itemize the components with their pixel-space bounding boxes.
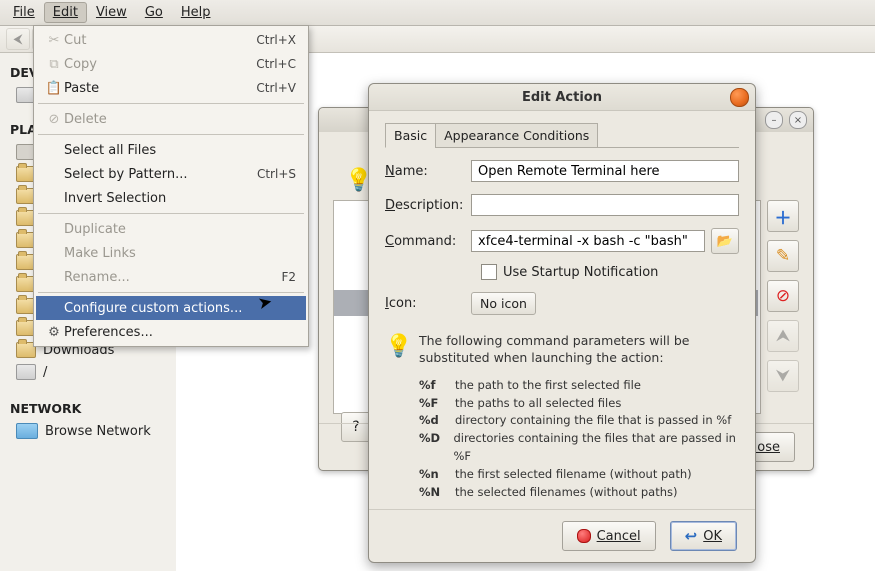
open-icon: 📂 (717, 234, 733, 249)
parameter-legend: %fthe path to the first selected file %F… (385, 377, 739, 502)
menu-invert-selection[interactable]: Invert Selection (36, 186, 306, 210)
menu-configure-custom-actions[interactable]: Configure custom actions... (36, 296, 306, 320)
command-input[interactable] (471, 230, 705, 252)
hint-text: The following command parameters will be… (419, 333, 739, 367)
startup-notification-label: Use Startup Notification (503, 265, 658, 280)
preferences-icon: ⚙ (44, 325, 64, 340)
menu-preferences[interactable]: ⚙Preferences... (36, 320, 306, 344)
delete-icon: ⊘ (44, 112, 64, 127)
edit-action-button[interactable]: ✎ (767, 240, 799, 272)
cancel-icon (577, 529, 591, 543)
tab-bar: Basic Appearance Conditions (385, 121, 739, 148)
edit-menu-dropdown: ✂CutCtrl+X ⧉CopyCtrl+C 📋PasteCtrl+V ⊘Del… (33, 25, 309, 347)
edit-action-dialog: Edit Action Basic Appearance Conditions … (368, 83, 756, 563)
dialog-titlebar[interactable]: Edit Action (369, 84, 755, 111)
back-button[interactable]: ⮜ (6, 28, 30, 50)
sidebar-item-browse-network[interactable]: Browse Network (0, 420, 176, 442)
add-action-button[interactable]: ＋ (767, 200, 799, 232)
menu-duplicate[interactable]: Duplicate (36, 217, 306, 241)
menu-make-links[interactable]: Make Links (36, 241, 306, 265)
lightbulb-icon: 💡 (385, 333, 409, 367)
menu-copy[interactable]: ⧉CopyCtrl+C (36, 52, 306, 76)
menu-edit[interactable]: Edit (44, 2, 87, 23)
menu-cut[interactable]: ✂CutCtrl+X (36, 28, 306, 52)
sidebar-item-label: Browse Network (45, 424, 151, 439)
menu-help[interactable]: Help (172, 2, 220, 23)
menu-select-all[interactable]: Select all Files (36, 138, 306, 162)
close-button[interactable]: × (789, 111, 807, 129)
close-button[interactable] (730, 88, 749, 107)
minimize-button[interactable]: – (765, 111, 783, 129)
menu-rename[interactable]: Rename...F2 (36, 265, 306, 289)
move-up-button[interactable]: ⮝ (767, 320, 799, 352)
name-input[interactable] (471, 160, 739, 182)
network-icon (16, 423, 38, 439)
ok-button[interactable]: ↩ OK (670, 521, 737, 551)
menu-view[interactable]: View (87, 2, 136, 23)
tab-appearance-conditions[interactable]: Appearance Conditions (435, 123, 598, 148)
ok-icon: ↩ (685, 527, 698, 545)
delete-action-button[interactable]: ⊘ (767, 280, 799, 312)
copy-icon: ⧉ (44, 57, 64, 72)
dialog-title: Edit Action (522, 90, 602, 105)
sidebar-item-root[interactable]: / (0, 361, 176, 383)
tab-basic[interactable]: Basic (385, 123, 436, 148)
menu-separator (38, 292, 304, 293)
menu-file[interactable]: File (4, 2, 44, 23)
move-down-button[interactable]: ⮟ (767, 360, 799, 392)
icon-label: Icon: (385, 296, 471, 311)
icon-button[interactable]: No icon (471, 292, 536, 315)
disk-icon (16, 364, 36, 380)
sidebar-item-label: / (43, 365, 47, 380)
cancel-button[interactable]: Cancel (562, 521, 656, 551)
menubar: File Edit View Go Help (0, 0, 875, 26)
paste-icon: 📋 (44, 81, 64, 96)
menu-paste[interactable]: 📋PasteCtrl+V (36, 76, 306, 100)
menu-separator (38, 103, 304, 104)
browse-command-button[interactable]: 📂 (711, 228, 739, 254)
sidebar-heading-network: NETWORK (0, 393, 176, 420)
description-input[interactable] (471, 194, 739, 216)
command-label: Command: (385, 234, 471, 249)
description-label: Description: (385, 198, 471, 213)
button-label: Cancel (597, 529, 641, 544)
name-label: Name: (385, 164, 471, 179)
menu-delete[interactable]: ⊘Delete (36, 107, 306, 131)
menu-go[interactable]: Go (136, 2, 172, 23)
menu-select-pattern[interactable]: Select by Pattern...Ctrl+S (36, 162, 306, 186)
menu-separator (38, 134, 304, 135)
startup-notification-checkbox[interactable] (481, 264, 497, 280)
menu-separator (38, 213, 304, 214)
cut-icon: ✂ (44, 33, 64, 48)
button-label: OK (703, 529, 722, 544)
